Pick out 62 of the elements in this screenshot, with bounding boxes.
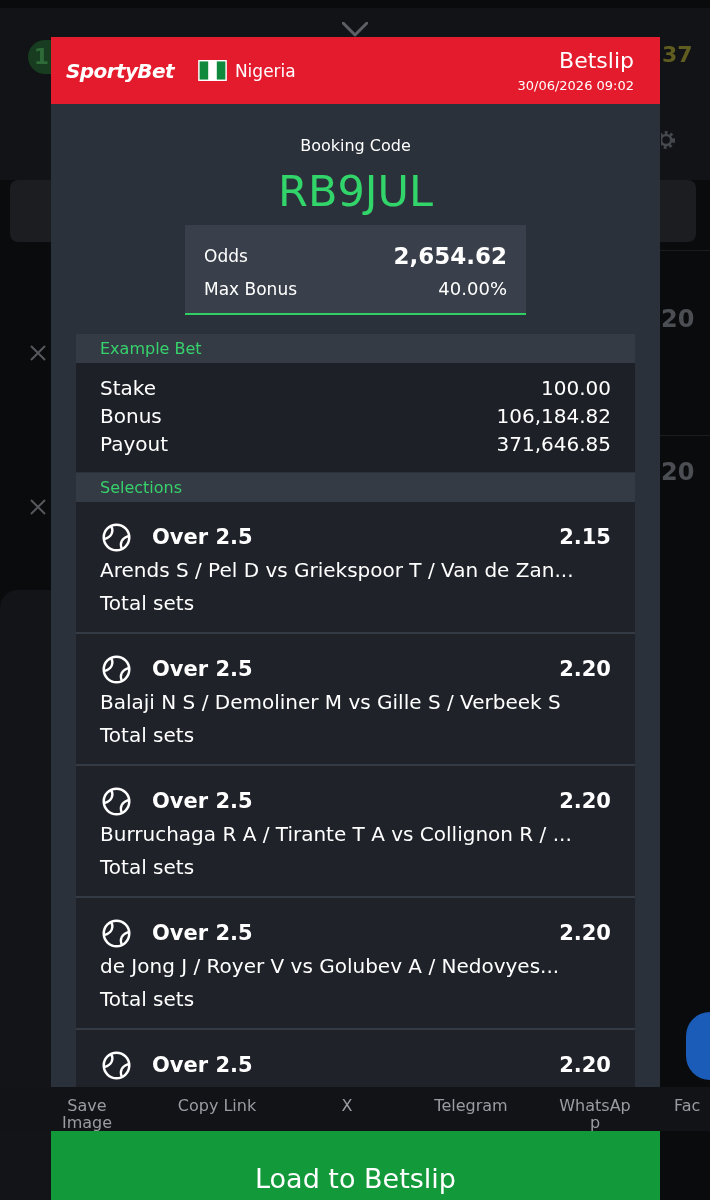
share-option[interactable]: Save Image: [22, 1087, 152, 1131]
market-label: Over 2.5: [152, 657, 253, 681]
share-option[interactable]: Telegram: [412, 1087, 530, 1114]
selection-card[interactable]: Over 2.5 2.20 de Jong J / Royer V vs Golubev A / Nedovyes... Total sets: [76, 898, 635, 1028]
market-label: Over 2.5: [152, 1053, 253, 1077]
odds-text: 20: [661, 457, 695, 488]
remove-icon[interactable]: [30, 499, 46, 515]
match-name: Balaji N S / Demoliner M vs Gille S / Verbeek S: [100, 689, 562, 716]
odds-value: 2.20: [559, 921, 611, 945]
date-time: 30/06/2026 09:02: [517, 76, 634, 95]
country-label: Nigeria: [234, 60, 296, 81]
booking-code-label: Booking Code: [300, 135, 411, 157]
odds-value: 2.20: [559, 657, 611, 681]
max-bonus-value: 40.00%: [438, 278, 507, 299]
tennis-ball-icon: [102, 522, 131, 552]
bet-type: Total sets: [100, 986, 196, 1013]
share-option[interactable]: X: [282, 1087, 412, 1114]
bet-type: Total sets: [100, 722, 196, 749]
bet-type: Total sets: [100, 590, 196, 617]
odds-label: Odds: [204, 245, 248, 266]
odds-value: 2.20: [559, 1053, 611, 1077]
section-header: Example Bet: [76, 334, 635, 363]
row-label: Payout: [100, 431, 168, 458]
bet-type: Total sets: [100, 854, 196, 881]
share-option[interactable]: WhatsApp: [530, 1087, 660, 1131]
selection-card[interactable]: Over 2.5 2.20: [76, 1030, 635, 1087]
odds-value: 2.15: [559, 525, 611, 549]
load-to-betslip-button[interactable]: Load to Betslip: [51, 1131, 660, 1200]
share-option[interactable]: Copy Link: [152, 1087, 282, 1114]
tennis-ball-icon: [102, 786, 131, 816]
flag-icon: [197, 60, 227, 81]
row-value: 100.00: [541, 375, 611, 402]
section-header: Selections: [76, 473, 635, 502]
remove-icon[interactable]: [30, 345, 46, 361]
floating-button-icon[interactable]: [686, 1012, 710, 1080]
odds-value: 2.20: [559, 789, 611, 813]
match-name: de Jong J / Royer V vs Golubev A / Nedovyes...: [100, 953, 561, 980]
dialog-title: Betslip: [559, 46, 634, 75]
row-value: 371,646.85: [496, 431, 611, 458]
selection-card[interactable]: Over 2.5 2.20 Burruchaga R A / Tirante T A vs Collignon R / ... Total sets: [76, 766, 635, 896]
selection-card[interactable]: Over 2.5 2.20 Balaji N S / Demoliner M vs Gille S / Verbeek S Total sets: [76, 634, 635, 764]
match-name: Burruchaga R A / Tirante T A vs Collignon R / ...: [100, 821, 573, 848]
market-label: Over 2.5: [152, 525, 253, 549]
market-label: Over 2.5: [152, 921, 253, 945]
max-bonus-label: Max Bonus: [204, 278, 298, 299]
tennis-ball-icon: [102, 918, 131, 948]
selection-card[interactable]: Over 2.5 2.15 Arends S / Pel D vs Griekspoor T / Van de Zan... Total sets: [76, 502, 635, 632]
close-icon[interactable]: [342, 22, 368, 37]
share-option[interactable]: Fac: [660, 1087, 701, 1114]
tennis-ball-icon: [102, 654, 131, 684]
total-odds: 2,654.62: [393, 242, 507, 269]
booking-code: RB9JUL: [278, 166, 433, 216]
brand-logo: SportyBet: [66, 58, 174, 83]
odds-text: 20: [661, 304, 695, 335]
row-value: 106,184.82: [496, 403, 611, 430]
settings-icon[interactable]: [661, 128, 678, 152]
score-text: 37: [662, 42, 693, 68]
row-label: Stake: [100, 375, 156, 402]
market-label: Over 2.5: [152, 789, 253, 813]
row-label: Bonus: [100, 403, 162, 430]
match-name: Arends S / Pel D vs Griekspoor T / Van de Zan...: [100, 557, 575, 584]
tennis-ball-icon: [102, 1050, 131, 1080]
